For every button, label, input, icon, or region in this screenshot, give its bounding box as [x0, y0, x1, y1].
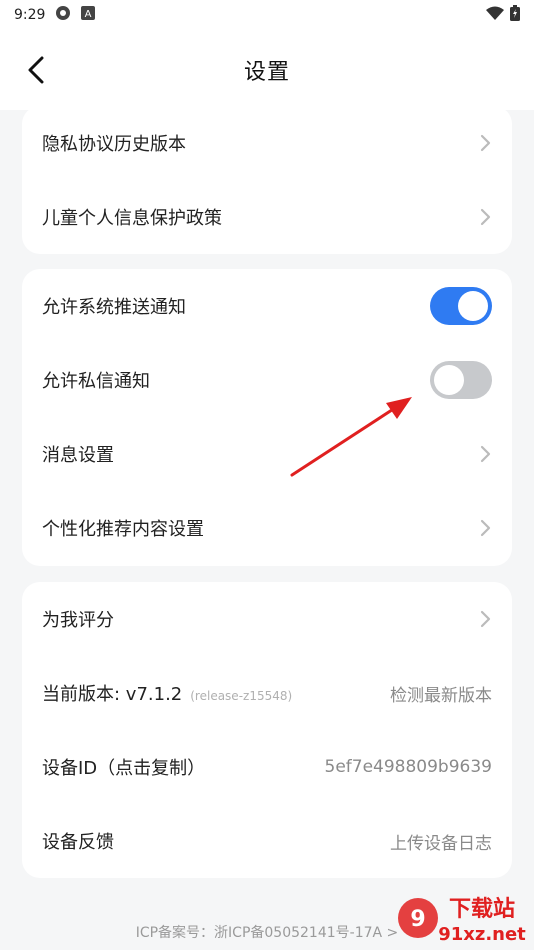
personalized-recommend-label: 个性化推荐内容设置	[42, 519, 204, 540]
battery-icon	[510, 5, 520, 25]
message-settings-label: 消息设置	[42, 445, 114, 466]
check-update-link[interactable]: 检测最新版本	[390, 681, 492, 706]
card-about: 为我评分 当前版本: v7.1.2 (release-z15548) 检测最新版本…	[22, 582, 512, 878]
version-label-group: 当前版本: v7.1.2 (release-z15548)	[42, 680, 390, 706]
chevron-right-icon	[480, 610, 491, 628]
system-push-label: 允许系统推送通知	[42, 297, 186, 318]
private-message-toggle[interactable]	[430, 361, 492, 399]
status-time: 9:29	[14, 7, 46, 23]
version-build: (release-z15548)	[190, 689, 293, 703]
card-privacy: 隐私协议历史版本 儿童个人信息保护政策	[22, 106, 512, 254]
svg-text:A: A	[85, 9, 92, 20]
rate-item[interactable]: 为我评分	[22, 582, 512, 656]
chevron-right-icon	[480, 208, 491, 226]
version-label: 当前版本: v7.1.2	[42, 684, 183, 705]
device-id-value: 5ef7e498809b9639	[324, 757, 493, 777]
personalized-recommend-item[interactable]: 个性化推荐内容设置	[22, 491, 512, 565]
toggle-knob	[458, 291, 488, 321]
device-id-item[interactable]: 设备ID（点击复制） 5ef7e498809b9639	[22, 730, 512, 804]
private-message-item: 允许私信通知	[22, 343, 512, 417]
version-item[interactable]: 当前版本: v7.1.2 (release-z15548) 检测最新版本	[22, 656, 512, 730]
privacy-history-item[interactable]: 隐私协议历史版本	[22, 106, 512, 180]
chevron-left-icon	[28, 56, 44, 84]
device-id-label: 设备ID（点击复制）	[42, 758, 206, 779]
device-feedback-label: 设备反馈	[42, 832, 114, 853]
chevron-right-icon	[480, 519, 491, 537]
svg-text:下载站: 下载站	[449, 896, 515, 922]
message-settings-item[interactable]: 消息设置	[22, 417, 512, 491]
system-push-item: 允许系统推送通知	[22, 269, 512, 343]
font-a-icon: A	[81, 6, 96, 24]
upload-log-link[interactable]: 上传设备日志	[390, 829, 492, 854]
app-notification-icon	[55, 5, 71, 25]
child-privacy-label: 儿童个人信息保护政策	[42, 208, 222, 229]
wifi-icon	[486, 6, 504, 24]
device-feedback-item[interactable]: 设备反馈 上传设备日志	[22, 804, 512, 878]
toggle-knob	[434, 365, 464, 395]
system-push-toggle[interactable]	[430, 287, 492, 325]
private-message-label: 允许私信通知	[42, 371, 150, 392]
header-bar: 设置	[0, 30, 534, 110]
page-title: 设置	[243, 60, 290, 85]
privacy-history-label: 隐私协议历史版本	[42, 134, 186, 155]
status-bar: 9:29 A	[0, 0, 534, 30]
chevron-right-icon	[480, 134, 491, 152]
child-privacy-item[interactable]: 儿童个人信息保护政策	[22, 180, 512, 254]
back-button[interactable]	[18, 50, 54, 90]
icp-footer[interactable]: ICP备案号：浙ICP备05052141号-17A >	[0, 922, 534, 942]
rate-label: 为我评分	[42, 610, 114, 631]
card-notifications: 允许系统推送通知 允许私信通知 消息设置 个性化推荐内容设置	[22, 269, 512, 566]
chevron-right-icon	[480, 445, 491, 463]
